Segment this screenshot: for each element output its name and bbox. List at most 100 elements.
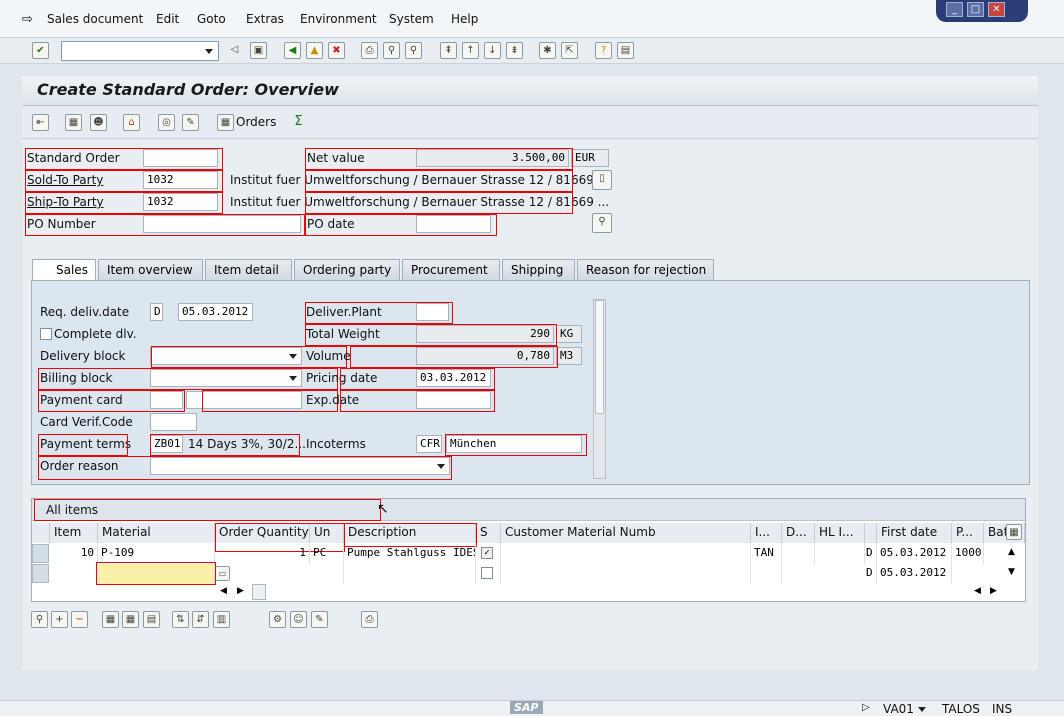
unchecked-checkbox[interactable]	[481, 567, 493, 579]
chevron-down-icon[interactable]	[918, 707, 926, 712]
req-deliv-type-field[interactable]: D	[150, 303, 163, 321]
panel-scrollbar[interactable]	[593, 299, 606, 479]
first-page-icon[interactable]: ⇞	[440, 42, 457, 59]
sum-icon[interactable]: Σ	[290, 114, 307, 131]
scroll-left-icon[interactable]: ◀	[220, 586, 227, 596]
command-field[interactable]	[61, 41, 219, 61]
horizontal-scroll-thumb[interactable]	[252, 584, 266, 600]
orders-button[interactable]: Orders	[236, 115, 276, 129]
change-icon[interactable]: ✎	[182, 114, 199, 131]
scroll-down-icon[interactable]: ▼	[1008, 567, 1015, 577]
orders-icon[interactable]: ▦	[217, 114, 234, 131]
find-icon[interactable]: ⚲	[383, 42, 400, 59]
back-arrow-icon[interactable]: ◁	[226, 42, 243, 59]
req-deliv-date-field[interactable]: 05.03.2012	[178, 303, 253, 321]
billing-block-select[interactable]	[150, 369, 302, 387]
column-item[interactable]: Item	[50, 523, 98, 543]
deliver-plant-field[interactable]	[416, 303, 449, 321]
cell-material[interactable]: P-109	[98, 544, 215, 564]
column-plant[interactable]: P...	[952, 523, 984, 543]
menu-edit[interactable]: Edit	[156, 12, 179, 26]
insert-row-icon[interactable]: +	[51, 611, 68, 628]
cell-customer-material[interactable]	[501, 544, 751, 564]
cell-material-input[interactable]	[98, 564, 215, 584]
tab-shipping[interactable]: Shipping	[502, 259, 575, 281]
new-session-icon[interactable]: ✱	[539, 42, 556, 59]
config-icon[interactable]: ⚙	[269, 611, 286, 628]
card-verif-field[interactable]	[150, 413, 197, 431]
column-description[interactable]: Description	[344, 523, 476, 543]
value-help-icon[interactable]: ▭	[215, 566, 230, 581]
home-icon[interactable]: ⌂	[123, 114, 140, 131]
cell-date-type[interactable]: D	[865, 544, 877, 564]
display-icon[interactable]: ◎	[158, 114, 175, 131]
payment-card-number-field[interactable]	[186, 391, 302, 409]
cell-status[interactable]	[476, 564, 501, 584]
cell-plant[interactable]: 1000	[952, 544, 984, 564]
checked-checkbox[interactable]: ✓	[481, 547, 493, 559]
previous-page-icon[interactable]: ↑	[462, 42, 479, 59]
po-date-field[interactable]	[416, 215, 491, 233]
cell-higher-level-item[interactable]	[815, 544, 865, 564]
delivery-block-select[interactable]	[150, 347, 302, 365]
expand-status-icon[interactable]: ▷	[862, 702, 870, 713]
maximize-icon[interactable]: □	[967, 2, 984, 17]
po-number-field[interactable]	[143, 215, 301, 233]
cell-order-quantity[interactable]: 1	[215, 544, 310, 564]
column-item-category[interactable]: I...	[751, 523, 782, 543]
scroll-right-icon[interactable]: ▶	[990, 586, 997, 596]
ship-to-label[interactable]: Ship-To Party	[27, 195, 104, 209]
column-date-type[interactable]	[865, 523, 877, 543]
exp-date-field[interactable]	[416, 391, 491, 409]
ship-to-field[interactable]: 1032	[143, 193, 218, 211]
cell-status[interactable]: ✓	[476, 544, 501, 564]
cell-unit[interactable]: PC	[310, 544, 344, 564]
exit-icon[interactable]: ▲	[306, 42, 323, 59]
order-reason-select[interactable]	[150, 457, 450, 475]
cell-item[interactable]: 10	[50, 544, 98, 564]
document-icon[interactable]: ▯	[592, 170, 612, 190]
cell-unit[interactable]	[310, 564, 344, 584]
search-icon[interactable]: ⚲	[592, 213, 612, 233]
table-settings-icon[interactable]: ▦	[1006, 524, 1022, 540]
print-item-icon[interactable]: ⎙	[361, 611, 378, 628]
next-page-icon[interactable]: ↓	[484, 42, 501, 59]
shortcut-icon[interactable]: ⇱	[561, 42, 578, 59]
print-icon[interactable]: ⎙	[361, 42, 378, 59]
payment-card-type-field[interactable]	[150, 391, 183, 409]
order-type-field[interactable]	[143, 149, 218, 167]
tab-item-detail[interactable]: Item detail	[205, 259, 292, 281]
cell-item-category[interactable]: TAN	[751, 544, 782, 564]
tab-reason-for-rejection[interactable]: Reason for rejection	[577, 259, 714, 281]
cell-description[interactable]: Pumpe Stahlguss IDES...	[344, 544, 476, 564]
column-customer-material[interactable]: Customer Material Numb	[501, 523, 751, 543]
column-unit[interactable]: Un	[310, 523, 344, 543]
all-items-label[interactable]: All items	[46, 503, 98, 517]
close-icon[interactable]: ✕	[988, 2, 1005, 17]
cell-date-type[interactable]: D	[865, 564, 877, 584]
select-block-icon[interactable]: ▦	[122, 611, 139, 628]
menu-goto[interactable]: Goto	[197, 12, 226, 26]
enter-icon[interactable]: ✔	[32, 42, 49, 59]
sort-ascending-icon[interactable]: ⇅	[172, 611, 189, 628]
cell-item[interactable]	[50, 564, 98, 584]
tab-sales[interactable]: Sales	[32, 259, 96, 282]
column-status[interactable]: S	[476, 523, 501, 543]
column-first-date[interactable]: First date	[877, 523, 952, 543]
column-material[interactable]: Material	[98, 523, 215, 543]
menu-system[interactable]: System	[389, 12, 434, 26]
menu-help[interactable]: Help	[451, 12, 478, 26]
cancel-icon[interactable]: ✖	[328, 42, 345, 59]
partner-icon[interactable]: ☻	[90, 114, 107, 131]
menu-extras[interactable]: Extras	[246, 12, 284, 26]
cell-description[interactable]	[344, 564, 476, 584]
select-all-icon[interactable]: ▦	[102, 611, 119, 628]
help-icon[interactable]: ?	[595, 42, 612, 59]
tab-ordering-party[interactable]: Ordering party	[294, 259, 400, 281]
tab-procurement[interactable]: Procurement	[402, 259, 500, 281]
layout-menu-icon[interactable]: ▤	[617, 42, 634, 59]
cell-customer-material[interactable]	[501, 564, 751, 584]
payment-terms-field[interactable]: ZB01	[150, 435, 183, 453]
column-higher-level-item[interactable]: HL I...	[815, 523, 865, 543]
menu-sales-document[interactable]: Sales document	[47, 12, 143, 26]
